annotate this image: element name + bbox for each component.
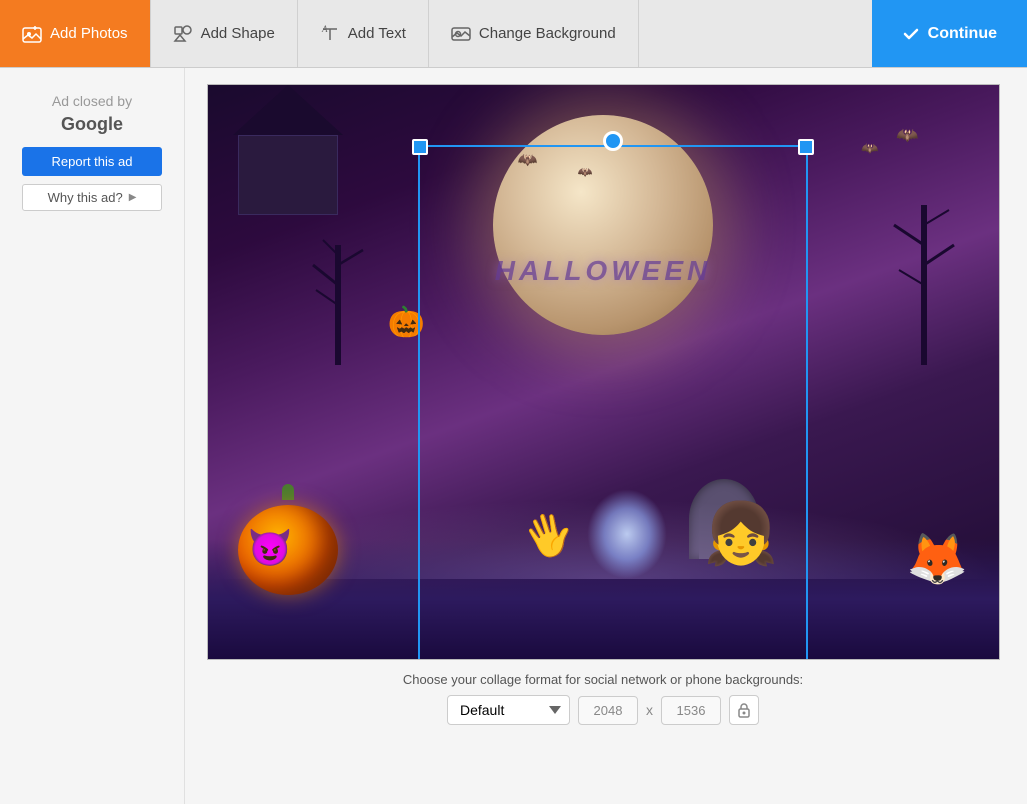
bat-1: 🦇 — [896, 125, 918, 146]
change-background-icon — [451, 25, 471, 43]
continue-button[interactable]: Continue — [872, 0, 1027, 67]
canvas-wrapper[interactable]: Halloween — [207, 84, 1000, 660]
girl-character: 👧 — [704, 498, 779, 569]
bottom-bar: Choose your collage format for social ne… — [403, 660, 803, 733]
add-text-label: Add Text — [348, 25, 406, 42]
height-input[interactable] — [661, 696, 721, 725]
canvas-area: Halloween — [185, 68, 1027, 804]
main-content: Ad closed by Google Report this ad Why t… — [0, 68, 1027, 804]
lock-icon — [737, 702, 751, 718]
change-background-button[interactable]: Change Background — [429, 0, 639, 67]
halloween-text-overlay: Halloween — [495, 255, 711, 287]
ad-closed-google: Google — [61, 114, 123, 134]
handle-top-left[interactable] — [412, 139, 428, 155]
bat-2: 🦇 — [861, 140, 878, 157]
width-input[interactable] — [578, 696, 638, 725]
play-icon: ▶ — [129, 192, 137, 203]
tree-right — [889, 145, 959, 365]
report-this-ad-button[interactable]: Report this ad — [22, 147, 162, 176]
bat-4: 🦇 — [578, 165, 593, 179]
continue-label: Continue — [928, 25, 997, 43]
add-text-icon: A — [320, 25, 340, 43]
moon-element — [493, 115, 713, 335]
add-shape-label: Add Shape — [201, 25, 275, 42]
handle-top-right[interactable] — [798, 139, 814, 155]
report-btn-label: Report this ad — [52, 154, 133, 169]
tree-left — [308, 165, 368, 365]
format-description: Choose your collage format for social ne… — [403, 672, 803, 687]
animal-character: 🦊 — [906, 530, 968, 589]
add-photos-button[interactable]: Add Photos — [0, 0, 151, 67]
bat-3: 🦇 — [518, 150, 538, 170]
ad-closed-text: Ad closed by Google — [52, 92, 132, 137]
add-shape-button[interactable]: Add Shape — [151, 0, 298, 67]
canvas-background: Halloween — [208, 85, 999, 659]
why-this-ad-label: Why this ad? — [48, 190, 123, 205]
lock-aspect-ratio-button[interactable] — [729, 695, 759, 725]
add-photos-label: Add Photos — [50, 25, 128, 42]
pumpkin-main: 😈 — [238, 489, 338, 579]
format-row: Default Instagram Facebook Twitter Phone… — [403, 695, 803, 725]
format-select[interactable]: Default Instagram Facebook Twitter Phone… — [447, 695, 570, 725]
ad-sidebar: Ad closed by Google Report this ad Why t… — [0, 68, 185, 804]
svg-text:A: A — [321, 25, 328, 34]
dimension-x-separator: x — [646, 702, 653, 718]
handle-top-middle[interactable] — [603, 131, 623, 151]
ad-closed-line1: Ad closed by — [52, 93, 132, 109]
toolbar: Add Photos Add Shape A Add Text — [0, 0, 1027, 68]
change-background-label: Change Background — [479, 25, 616, 42]
continue-checkmark-icon — [902, 25, 920, 43]
add-text-button[interactable]: A Add Text — [298, 0, 429, 67]
add-shape-icon — [173, 25, 193, 43]
why-this-ad-button[interactable]: Why this ad? ▶ — [22, 184, 162, 211]
pumpkins-background: 🎃 — [388, 305, 425, 340]
portal-glow — [587, 489, 667, 579]
add-photos-icon — [22, 25, 42, 43]
